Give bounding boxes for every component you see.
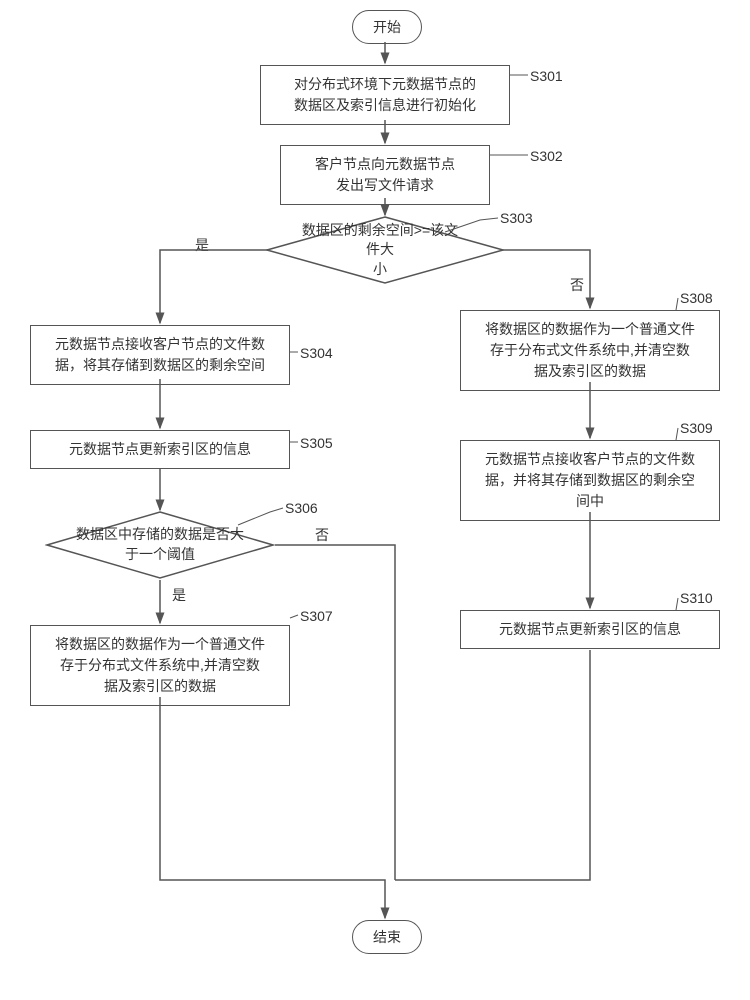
process-s302: 客户节点向元数据节点 发出写文件请求 [280,145,490,205]
s304-text: 元数据节点接收客户节点的文件数 据，将其存储到数据区的剩余空间 [55,336,265,373]
process-s307: 将数据区的数据作为一个普通文件 存于分布式文件系统中,并清空数 据及索引区的数据 [30,625,290,706]
label-s306: S306 [285,500,318,516]
label-s310: S310 [680,590,713,606]
s302-text: 客户节点向元数据节点 发出写文件请求 [315,156,455,193]
s303-yes: 是 [195,235,209,255]
s303-text: 数据区的剩余空间>=该文件大 小 [295,221,465,280]
decision-s303: 数据区的剩余空间>=该文件大 小 [265,215,495,285]
s306-no: 否 [315,525,329,545]
s306-yes: 是 [172,585,186,605]
s303-no: 否 [570,275,584,295]
start-label: 开始 [373,19,401,35]
label-s304: S304 [300,345,333,361]
s306-text: 数据区中存储的数据是否大 于一个阈值 [76,525,244,564]
process-s308: 将数据区的数据作为一个普通文件 存于分布式文件系统中,并清空数 据及索引区的数据 [460,310,720,391]
s309-text: 元数据节点接收客户节点的文件数 据，并将其存储到数据区的剩余空 间中 [485,451,695,509]
label-s305: S305 [300,435,333,451]
s305-text: 元数据节点更新索引区的信息 [69,441,251,457]
s310-text: 元数据节点更新索引区的信息 [499,621,681,637]
process-s301: 对分布式环境下元数据节点的 数据区及索引信息进行初始化 [260,65,510,125]
start-terminator: 开始 [352,10,422,44]
end-label: 结束 [373,929,401,945]
label-s303: S303 [500,210,533,226]
process-s310: 元数据节点更新索引区的信息 [460,610,720,649]
end-terminator: 结束 [352,920,422,954]
label-s302: S302 [530,148,563,164]
label-s308: S308 [680,290,713,306]
label-s301: S301 [530,68,563,84]
s308-text: 将数据区的数据作为一个普通文件 存于分布式文件系统中,并清空数 据及索引区的数据 [485,321,695,379]
process-s305: 元数据节点更新索引区的信息 [30,430,290,469]
s307-text: 将数据区的数据作为一个普通文件 存于分布式文件系统中,并清空数 据及索引区的数据 [55,636,265,694]
s301-text: 对分布式环境下元数据节点的 数据区及索引信息进行初始化 [294,76,476,113]
decision-s306: 数据区中存储的数据是否大 于一个阈值 [45,510,275,580]
label-s307: S307 [300,608,333,624]
process-s309: 元数据节点接收客户节点的文件数 据，并将其存储到数据区的剩余空 间中 [460,440,720,521]
process-s304: 元数据节点接收客户节点的文件数 据，将其存储到数据区的剩余空间 [30,325,290,385]
label-s309: S309 [680,420,713,436]
